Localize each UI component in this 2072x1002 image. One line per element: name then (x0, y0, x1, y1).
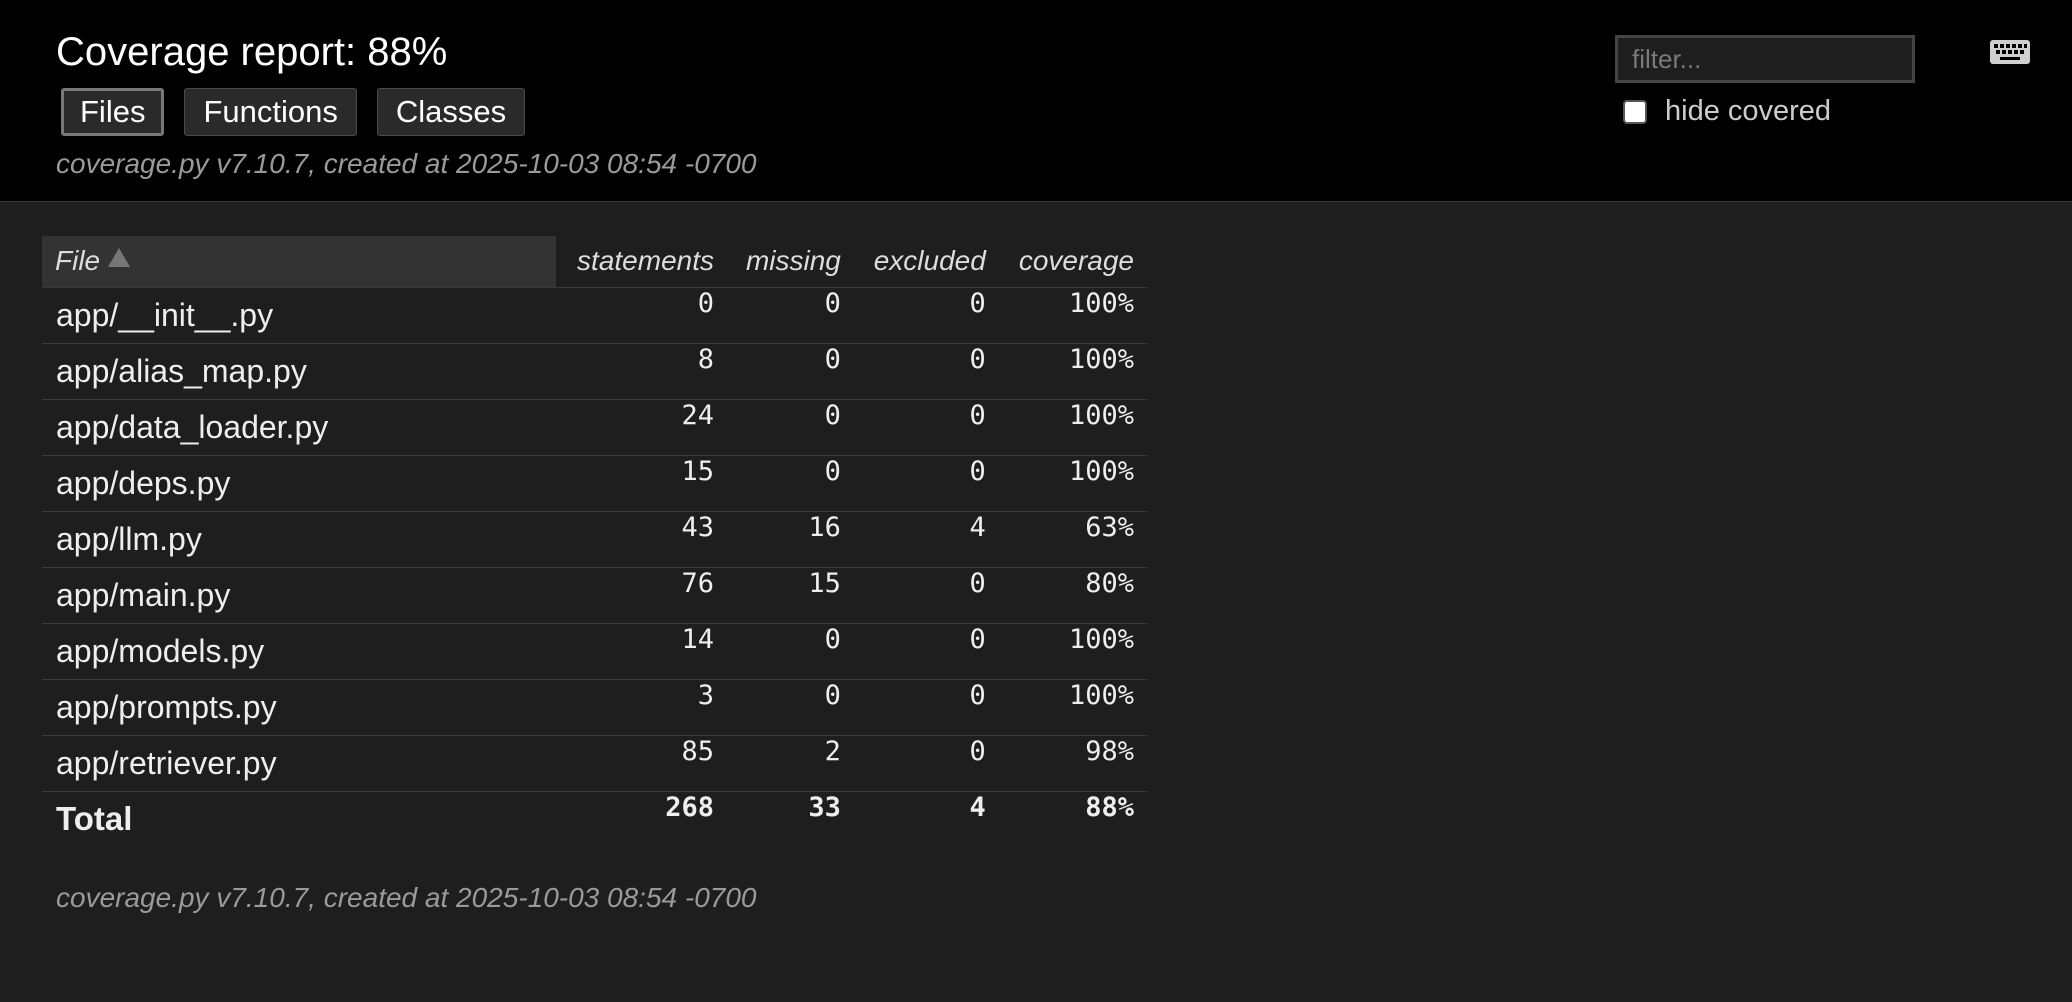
excluded-cell: 0 (853, 399, 999, 456)
missing-cell: 15 (727, 567, 854, 624)
file-link[interactable]: app/llm.py (42, 511, 556, 568)
file-link[interactable]: app/__init__.py (42, 287, 556, 344)
file-link[interactable]: app/retriever.py (42, 735, 556, 792)
statements-cell: 76 (556, 567, 727, 624)
excluded-cell: 4 (853, 511, 999, 568)
total-excluded: 4 (969, 791, 986, 823)
coverage-cell: 100% (998, 343, 1147, 400)
coverage-cell: 100% (998, 287, 1147, 344)
file-link[interactable]: app/alias_map.py (42, 343, 556, 400)
table-row: app/alias_map.py 8 0 0 100% (42, 343, 1147, 400)
file-link[interactable]: app/deps.py (42, 455, 556, 512)
statements-cell: 85 (556, 735, 727, 792)
missing-cell: 0 (727, 679, 854, 736)
column-header-missing[interactable]: missing (727, 236, 854, 288)
missing-cell: 0 (727, 287, 854, 344)
statements-cell: 3 (556, 679, 727, 736)
view-tabs: Files Functions Classes (61, 88, 526, 136)
missing-cell: 0 (727, 399, 854, 456)
statements-cell: 14 (556, 623, 727, 680)
filter-input[interactable] (1615, 35, 1915, 83)
excluded-cell: 0 (853, 455, 999, 512)
coverage-cell: 100% (998, 679, 1147, 736)
column-header-file-label[interactable]: File (55, 245, 100, 276)
table-row: app/data_loader.py 24 0 0 100% (42, 399, 1147, 456)
total-missing: 33 (808, 791, 841, 823)
table-row: app/prompts.py 3 0 0 100% (42, 679, 1147, 736)
excluded-cell: 0 (853, 287, 999, 344)
tab-files[interactable]: Files (61, 88, 165, 136)
total-statements: 268 (665, 791, 714, 823)
statements-cell: 15 (556, 455, 727, 512)
missing-cell: 0 (727, 455, 854, 512)
hide-covered-label[interactable]: hide covered (1665, 95, 1831, 128)
report-header: Coverage report: 88% Files Functions Cla… (0, 0, 2072, 202)
excluded-cell: 0 (853, 343, 999, 400)
excluded-cell: 0 (853, 567, 999, 624)
table-row: app/models.py 14 0 0 100% (42, 623, 1147, 680)
page-title: Coverage report: 88% (56, 30, 448, 74)
total-coverage: 88% (1085, 791, 1134, 823)
coverage-cell: 100% (998, 399, 1147, 456)
table-row: app/llm.py 43 16 4 63% (42, 511, 1147, 568)
hide-covered-toggle[interactable]: hide covered (1623, 95, 1831, 128)
sort-ascending-icon (108, 248, 131, 268)
tab-functions[interactable]: Functions (184, 88, 357, 136)
file-link[interactable]: app/prompts.py (42, 679, 556, 736)
excluded-cell: 0 (853, 735, 999, 792)
table-row: app/__init__.py 0 0 0 100% (42, 287, 1147, 344)
table-header-row: File statements missing excluded coverag… (42, 236, 1147, 288)
missing-cell: 16 (727, 511, 854, 568)
tab-classes[interactable]: Classes (376, 88, 526, 136)
file-link[interactable]: app/main.py (42, 567, 556, 624)
total-label: Total (56, 800, 133, 838)
hide-covered-checkbox[interactable] (1623, 99, 1647, 124)
missing-cell: 0 (727, 623, 854, 680)
file-link[interactable]: app/models.py (42, 623, 556, 680)
file-link[interactable]: app/data_loader.py (42, 399, 556, 456)
coverage-cell: 80% (998, 567, 1147, 624)
footer-created-info: coverage.py v7.10.7, created at 2025-10-… (56, 882, 757, 913)
created-info: coverage.py v7.10.7, created at 2025-10-… (56, 148, 757, 179)
coverage-cell: 98% (998, 735, 1147, 792)
coverage-table: File statements missing excluded coverag… (42, 236, 1147, 847)
table-row: app/main.py 76 15 0 80% (42, 567, 1147, 624)
statements-cell: 8 (556, 343, 727, 400)
table-row: app/deps.py 15 0 0 100% (42, 455, 1147, 512)
coverage-cell: 100% (998, 623, 1147, 680)
missing-cell: 0 (727, 343, 854, 400)
statements-cell: 43 (556, 511, 727, 568)
missing-cell: 2 (727, 735, 854, 792)
column-header-statements[interactable]: statements (556, 236, 727, 288)
statements-cell: 0 (556, 287, 727, 344)
table-row: app/retriever.py 85 2 0 98% (42, 735, 1147, 792)
coverage-cell: 100% (998, 455, 1147, 512)
statements-cell: 24 (556, 399, 727, 456)
excluded-cell: 0 (853, 679, 999, 736)
total-row: Total 268 33 4 88% (42, 791, 1147, 847)
coverage-cell: 63% (998, 511, 1147, 568)
excluded-cell: 0 (853, 623, 999, 680)
column-header-excluded[interactable]: excluded (853, 236, 999, 288)
column-header-coverage[interactable]: coverage (998, 236, 1147, 288)
keyboard-icon[interactable] (1990, 40, 2030, 64)
column-header-file[interactable]: File (42, 236, 556, 288)
